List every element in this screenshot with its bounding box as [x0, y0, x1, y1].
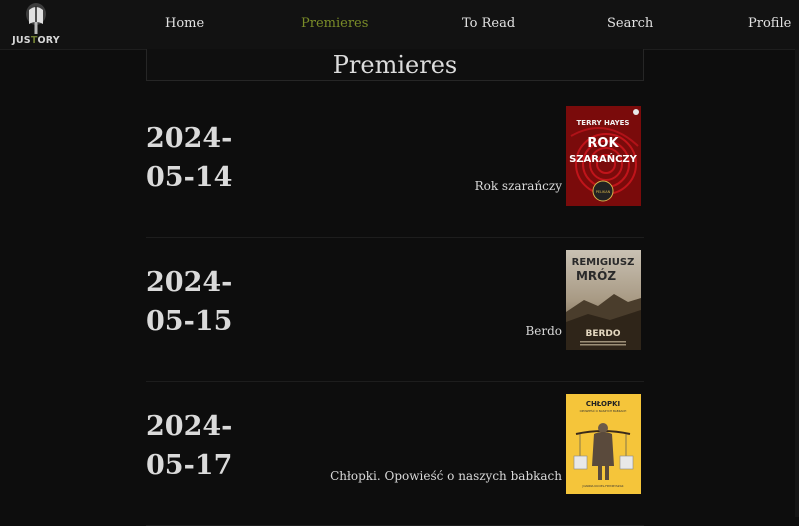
- nav-profile[interactable]: Profile: [748, 16, 791, 31]
- premiere-book-title[interactable]: Chłopki. Opowieść o naszych babkach: [330, 469, 562, 483]
- page-title: Premieres: [332, 51, 458, 79]
- app-logo[interactable]: JUSTORY: [10, 2, 62, 46]
- svg-text:MRÓZ: MRÓZ: [576, 268, 616, 283]
- book-cover[interactable]: TERRY HAYES ROK SZARAŃCZY PELIKAN: [566, 106, 641, 206]
- nav-premieres[interactable]: Premieres: [301, 16, 368, 31]
- nav-home[interactable]: Home: [165, 16, 204, 31]
- svg-text:CHŁOPKI: CHŁOPKI: [586, 400, 620, 408]
- svg-text:OPOWIEŚĆ O NASZYCH BABKACH: OPOWIEŚĆ O NASZYCH BABKACH: [580, 408, 627, 413]
- svg-text:REMIGIUSZ: REMIGIUSZ: [572, 257, 635, 268]
- page-title-box: Premieres: [146, 49, 644, 81]
- book-tree-icon: [26, 3, 46, 34]
- svg-text:JOANNA KUCIEL-FRYDRYSZAK: JOANNA KUCIEL-FRYDRYSZAK: [582, 484, 624, 488]
- premiere-row[interactable]: 2024- 05-17 Chłopki. Opowieść o naszych …: [146, 383, 644, 526]
- top-navbar: JUSTORY Home Premieres To Read Search Pr…: [0, 0, 799, 50]
- nav-to-read[interactable]: To Read: [462, 16, 515, 31]
- premiere-row[interactable]: 2024- 05-14 Rok szarańczy TERRY HAYES RO…: [146, 95, 644, 238]
- book-cover[interactable]: REMIGIUSZ MRÓZ BERDO: [566, 250, 641, 350]
- premiere-row[interactable]: 2024- 05-15 Berdo REMIGIUSZ MRÓZ BERDO: [146, 239, 644, 382]
- premiere-date: 2024- 05-14: [146, 123, 233, 193]
- svg-text:SZARAŃCZY: SZARAŃCZY: [569, 152, 638, 165]
- svg-text:BERDO: BERDO: [585, 329, 620, 339]
- logo-wordmark: JUSTORY: [12, 35, 60, 46]
- page-scrollbar[interactable]: [795, 49, 799, 517]
- nav-search[interactable]: Search: [607, 16, 653, 31]
- svg-text:PELIKAN: PELIKAN: [596, 190, 611, 194]
- svg-text:TERRY HAYES: TERRY HAYES: [577, 119, 630, 127]
- premiere-date: 2024- 05-15: [146, 267, 233, 337]
- svg-text:ROK: ROK: [587, 136, 619, 151]
- premiere-book-title[interactable]: Rok szarańczy: [475, 179, 562, 193]
- premiere-book-title[interactable]: Berdo: [525, 324, 562, 338]
- book-cover[interactable]: CHŁOPKI OPOWIEŚĆ O NASZYCH BABKACH JOANN…: [566, 394, 641, 494]
- premiere-date: 2024- 05-17: [146, 411, 233, 481]
